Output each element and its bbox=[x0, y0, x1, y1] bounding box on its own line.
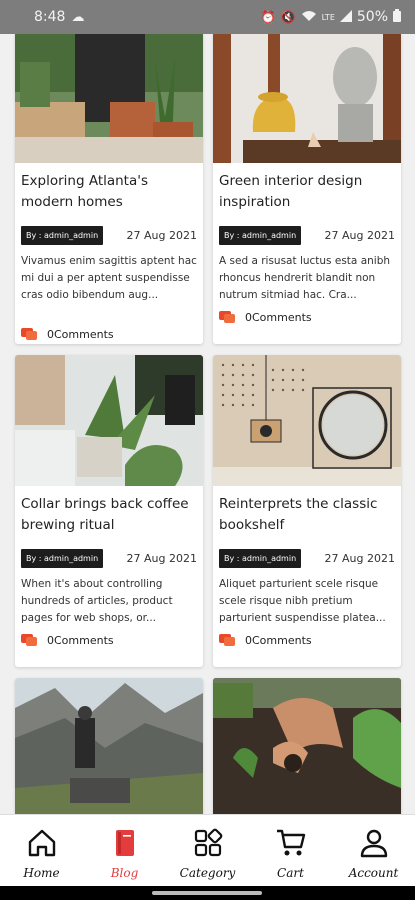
wifi-icon bbox=[301, 10, 317, 25]
alarm-icon: ⏰ bbox=[260, 10, 276, 24]
cart-icon bbox=[276, 829, 305, 856]
post-image[interactable] bbox=[213, 34, 401, 163]
network-type: LTE bbox=[321, 12, 335, 22]
author-badge[interactable]: By : admin_admin bbox=[219, 548, 302, 568]
post-image[interactable] bbox=[15, 34, 203, 163]
comments-count: 0Comments bbox=[47, 633, 114, 647]
comment-icon bbox=[219, 311, 235, 323]
post-card[interactable]: Exploring Atlanta's modern homes By : ad… bbox=[15, 34, 203, 344]
mute-icon: 🔇 bbox=[280, 10, 296, 24]
post-date: 27 Aug 2021 bbox=[324, 551, 395, 565]
home-icon bbox=[28, 829, 55, 857]
nav-cart-label: Cart bbox=[277, 866, 304, 880]
nav-category-label: Category bbox=[179, 866, 236, 880]
comment-icon bbox=[219, 634, 235, 646]
blog-icon bbox=[115, 830, 134, 856]
author-badge[interactable]: By : admin_admin bbox=[219, 225, 302, 245]
post-card[interactable]: Collar brings back coffee brewing ritual… bbox=[15, 355, 203, 667]
comments-link[interactable]: 0Comments bbox=[213, 627, 401, 653]
nav-category[interactable]: Category bbox=[166, 815, 249, 886]
nav-home-label: Home bbox=[23, 866, 60, 880]
blog-post-grid[interactable]: Exploring Atlanta's modern homes By : ad… bbox=[0, 34, 415, 814]
comment-icon bbox=[21, 328, 37, 340]
cloud-icon: ☁ bbox=[71, 9, 85, 25]
post-excerpt: Aliquet parturient scele risque scele ri… bbox=[219, 578, 386, 624]
nav-blog-label: Blog bbox=[110, 866, 139, 880]
post-excerpt: A sed a risusat luctus esta anibh rhoncu… bbox=[219, 255, 391, 301]
post-card[interactable]: Reinterprets the classic bookshelf By : … bbox=[213, 355, 401, 667]
post-date: 27 Aug 2021 bbox=[126, 551, 197, 565]
comments-link[interactable]: 0Comments bbox=[15, 627, 203, 653]
post-image[interactable] bbox=[213, 355, 401, 486]
comments-count: 0Comments bbox=[245, 310, 312, 324]
comment-icon bbox=[21, 634, 37, 646]
nav-cart[interactable]: Cart bbox=[249, 815, 332, 886]
status-bar: 8:48 ☁ ⏰ 🔇 LTE 50% bbox=[0, 0, 415, 34]
post-title[interactable]: Collar brings back coffee brewing ritual bbox=[15, 486, 203, 542]
post-image[interactable] bbox=[15, 355, 203, 486]
nav-home[interactable]: Home bbox=[0, 815, 83, 886]
battery-icon bbox=[393, 9, 401, 25]
bottom-navigation: Home Blog Category Cart Account bbox=[0, 814, 415, 886]
status-time: 8:48 bbox=[34, 9, 66, 25]
post-title[interactable]: Green interior design inspiration bbox=[213, 163, 401, 219]
nav-blog[interactable]: Blog bbox=[83, 815, 166, 886]
post-date: 27 Aug 2021 bbox=[126, 228, 197, 242]
comments-count: 0Comments bbox=[47, 327, 114, 341]
post-date: 27 Aug 2021 bbox=[324, 228, 395, 242]
post-card[interactable] bbox=[15, 678, 203, 814]
post-image[interactable] bbox=[15, 678, 203, 814]
home-gesture-handle[interactable] bbox=[152, 891, 262, 895]
post-title[interactable]: Reinterprets the classic bookshelf bbox=[213, 486, 401, 542]
post-excerpt: When it's about controlling hundreds of … bbox=[21, 578, 173, 624]
post-card[interactable]: Green interior design inspiration By : a… bbox=[213, 34, 401, 344]
post-image[interactable] bbox=[213, 678, 401, 814]
author-badge[interactable]: By : admin_admin bbox=[21, 225, 104, 245]
comments-link[interactable]: 0Comments bbox=[213, 304, 401, 330]
post-card[interactable] bbox=[213, 678, 401, 814]
account-icon bbox=[360, 829, 387, 858]
nav-account-label: Account bbox=[348, 866, 399, 880]
author-badge[interactable]: By : admin_admin bbox=[21, 548, 104, 568]
signal-icon bbox=[339, 9, 352, 25]
battery-percent: 50% bbox=[356, 9, 388, 25]
nav-account[interactable]: Account bbox=[332, 815, 415, 886]
comments-link[interactable]: 0Comments bbox=[15, 321, 203, 344]
gesture-bar bbox=[0, 886, 415, 900]
post-title[interactable]: Exploring Atlanta's modern homes bbox=[15, 163, 203, 219]
post-excerpt: Vivamus enim sagittis aptent hac mi dui … bbox=[21, 255, 197, 301]
comments-count: 0Comments bbox=[245, 633, 312, 647]
category-icon bbox=[194, 828, 222, 857]
